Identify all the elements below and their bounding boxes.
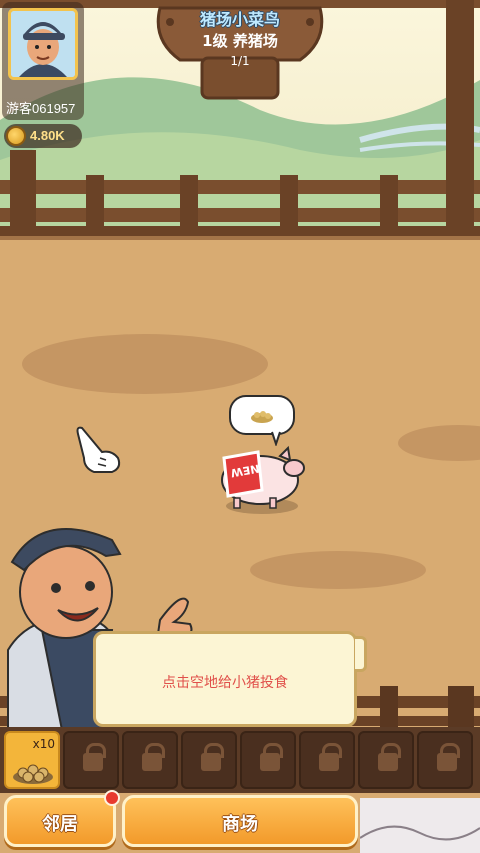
feed-count: x10	[32, 737, 55, 751]
shop-button[interactable]: 商场	[122, 795, 358, 847]
player-card[interactable]: 游客061957	[2, 2, 84, 120]
inventory-slot-locked[interactable]	[358, 731, 414, 789]
mud-patch	[250, 551, 426, 589]
coin-balance: 4.80K	[4, 124, 82, 148]
inventory-slot-locked[interactable]	[63, 731, 119, 789]
lock-icon	[142, 743, 165, 771]
farm-title: 猪场小菜鸟	[199, 10, 280, 29]
dialog-next-tab[interactable]	[355, 636, 367, 672]
lock-icon	[260, 743, 283, 771]
neighbors-button[interactable]: 邻居	[4, 795, 116, 847]
pointing-hand-icon	[76, 426, 121, 473]
lock-icon	[83, 743, 106, 771]
lock-icon	[378, 743, 401, 771]
inventory-bar: x10	[0, 727, 480, 793]
corner-panel	[359, 798, 480, 853]
farmer-avatar-icon	[11, 11, 75, 77]
player-name: 游客061957	[6, 101, 76, 116]
feed-pile-icon	[13, 764, 53, 784]
pig-icon	[221, 445, 305, 514]
feed-request-bubble	[229, 395, 295, 446]
tutorial-dialog: 点击空地给小猪投食	[93, 631, 357, 727]
inventory-slot-locked[interactable]	[240, 731, 296, 789]
lock-icon	[201, 743, 224, 771]
coin-amount: 4.80K	[30, 128, 65, 143]
inventory-slot-locked[interactable]	[122, 731, 178, 789]
coin-icon	[6, 126, 26, 146]
inventory-slot-feed[interactable]: x10	[4, 731, 60, 789]
corner-decoration	[359, 825, 480, 841]
tutorial-message: 点击空地给小猪投食	[162, 675, 288, 691]
neighbors-label: 邻居	[42, 814, 78, 835]
inventory-slot-locked[interactable]	[417, 731, 473, 789]
lock-icon	[319, 743, 342, 771]
farm-level-sign: 猪场小菜鸟 1级 养猪场 1/1	[150, 0, 330, 100]
farm-level: 1级 养猪场	[202, 32, 278, 50]
shop-label: 商场	[222, 814, 258, 835]
pig[interactable]: NEW	[210, 444, 310, 516]
farm-progress: 1/1	[230, 54, 250, 68]
mud-patch	[22, 334, 268, 394]
notification-dot	[104, 790, 120, 806]
avatar[interactable]	[8, 8, 78, 80]
inventory-slot-locked[interactable]	[299, 731, 355, 789]
lock-icon	[437, 743, 460, 771]
inventory-slot-locked[interactable]	[181, 731, 237, 789]
